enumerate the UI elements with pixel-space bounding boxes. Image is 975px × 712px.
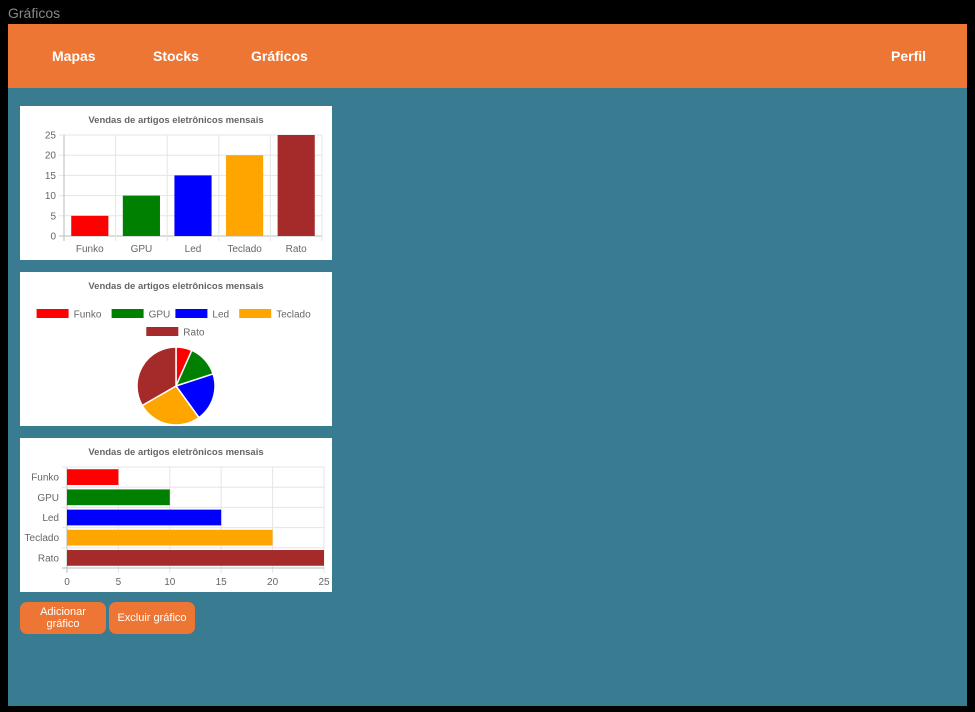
legend-label-funko: Funko (74, 310, 102, 321)
add-chart-button[interactable]: Adicionar gráfico (20, 602, 106, 634)
x-tick-label: 25 (318, 577, 330, 588)
x-tick-label: Rato (286, 244, 308, 255)
bar-funko (71, 215, 109, 236)
legend-label-teclado: Teclado (276, 310, 311, 321)
y-tick-label: Teclado (25, 533, 60, 544)
legend-label-rato: Rato (183, 328, 205, 339)
horizontal-bar-chart-card: Vendas de artigos eletrônicos mensais 0 5 1… (20, 438, 332, 592)
y-tick-label: 5 (50, 211, 56, 222)
x-tick-label: 20 (267, 577, 279, 588)
x-tick-label: Teclado (227, 244, 262, 255)
x-tick-label: 15 (216, 577, 228, 588)
y-tick-label: 25 (45, 131, 57, 142)
bar-gpu (122, 195, 160, 236)
legend-label-led: Led (212, 310, 229, 321)
x-tick-label: Led (185, 244, 202, 255)
nav-item-perfil[interactable]: Perfil (891, 48, 926, 64)
y-tick-label: GPU (37, 493, 59, 504)
bar-chart: Vendas de artigos eletrônicos mensais 0 5 1… (45, 115, 323, 255)
navbar: Mapas Stocks Gráficos Perfil (8, 24, 967, 88)
y-tick-label: 0 (50, 232, 56, 243)
bar-rato (67, 550, 324, 566)
legend-label-gpu: GPU (149, 310, 171, 321)
chart-title: Vendas de artigos eletrônicos mensais (88, 281, 263, 292)
x-tick-label: GPU (131, 244, 153, 255)
bar-rato (277, 135, 315, 236)
window-title: Gráficos (8, 5, 61, 21)
app-container: Mapas Stocks Gráficos Perfil Vendas de a… (8, 24, 967, 706)
nav-item-mapas[interactable]: Mapas (52, 48, 96, 64)
bar-led (67, 509, 222, 526)
y-tick-label: 10 (45, 191, 57, 202)
chart-title: Vendas de artigos eletrônicos mensais (88, 115, 263, 126)
pie-chart-card: Vendas de artigos eletrônicos mensais Fun… (20, 272, 332, 426)
x-tick-label: 0 (64, 577, 70, 588)
legend-swatch-funko (36, 309, 69, 318)
legend-swatch-teclado (239, 309, 272, 318)
bar-chart-card: Vendas de artigos eletrônicos mensais 0 5 1… (20, 106, 332, 260)
x-tick-label: 10 (164, 577, 176, 588)
legend-swatch-led (175, 309, 208, 318)
bar-led (174, 175, 212, 236)
x-tick-label: 5 (116, 577, 122, 588)
bar-funko (67, 469, 119, 485)
y-tick-label: 20 (45, 151, 57, 162)
delete-chart-button[interactable]: Excluir gráfico (109, 602, 195, 634)
legend-swatch-rato (146, 327, 179, 336)
bar-teclado (226, 155, 264, 236)
pie-chart: Vendas de artigos eletrônicos mensais Fun… (36, 281, 311, 426)
nav-item-graficos[interactable]: Gráficos (251, 48, 308, 64)
bar-teclado (67, 529, 273, 546)
horizontal-bar-chart: Vendas de artigos eletrônicos mensais 0 5 1… (25, 447, 330, 588)
y-tick-label: Funko (31, 473, 59, 484)
y-tick-label: Led (42, 513, 59, 524)
bar-gpu (67, 489, 170, 506)
legend-swatch-gpu (111, 309, 144, 318)
nav-item-stocks[interactable]: Stocks (153, 48, 199, 64)
x-tick-label: Funko (76, 244, 104, 255)
y-tick-label: Rato (38, 553, 60, 564)
y-tick-label: 15 (45, 171, 57, 182)
chart-title: Vendas de artigos eletrônicos mensais (88, 447, 263, 458)
